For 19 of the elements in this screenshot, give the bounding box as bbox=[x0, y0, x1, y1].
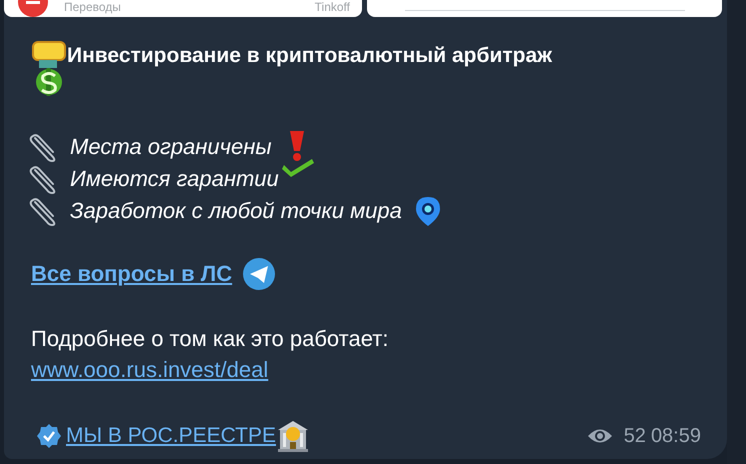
message-time: 08:59 bbox=[650, 424, 701, 448]
eye-icon bbox=[586, 427, 613, 445]
bank-icon bbox=[276, 420, 310, 452]
registry-link[interactable]: МЫ В РОС.РЕЕСТРЕ bbox=[66, 422, 276, 450]
contact-link[interactable]: Все вопросы в ЛС bbox=[31, 259, 232, 289]
message-title: Инвестирование в криптовалютный арбитраж bbox=[67, 43, 552, 69]
feature-text: Заработок с любой точки мира bbox=[70, 197, 402, 225]
top-dollar-icon bbox=[31, 38, 67, 98]
url-link[interactable]: www.ooo.rus.invest/deal bbox=[31, 354, 268, 385]
feature-text: Имеются гарантии bbox=[70, 165, 279, 193]
info-text: Подробнее о том как это работает: bbox=[31, 325, 390, 353]
exclamation-check-icon bbox=[282, 129, 316, 177]
verified-badge-icon bbox=[36, 423, 62, 449]
view-count: 52 bbox=[624, 424, 646, 448]
feature-text: Места ограничены bbox=[70, 133, 272, 161]
card-source: Tinkoff bbox=[314, 0, 350, 14]
location-pin-icon bbox=[414, 195, 442, 227]
paper-plane-icon bbox=[242, 257, 276, 291]
card-caption: Переводы bbox=[64, 0, 121, 14]
